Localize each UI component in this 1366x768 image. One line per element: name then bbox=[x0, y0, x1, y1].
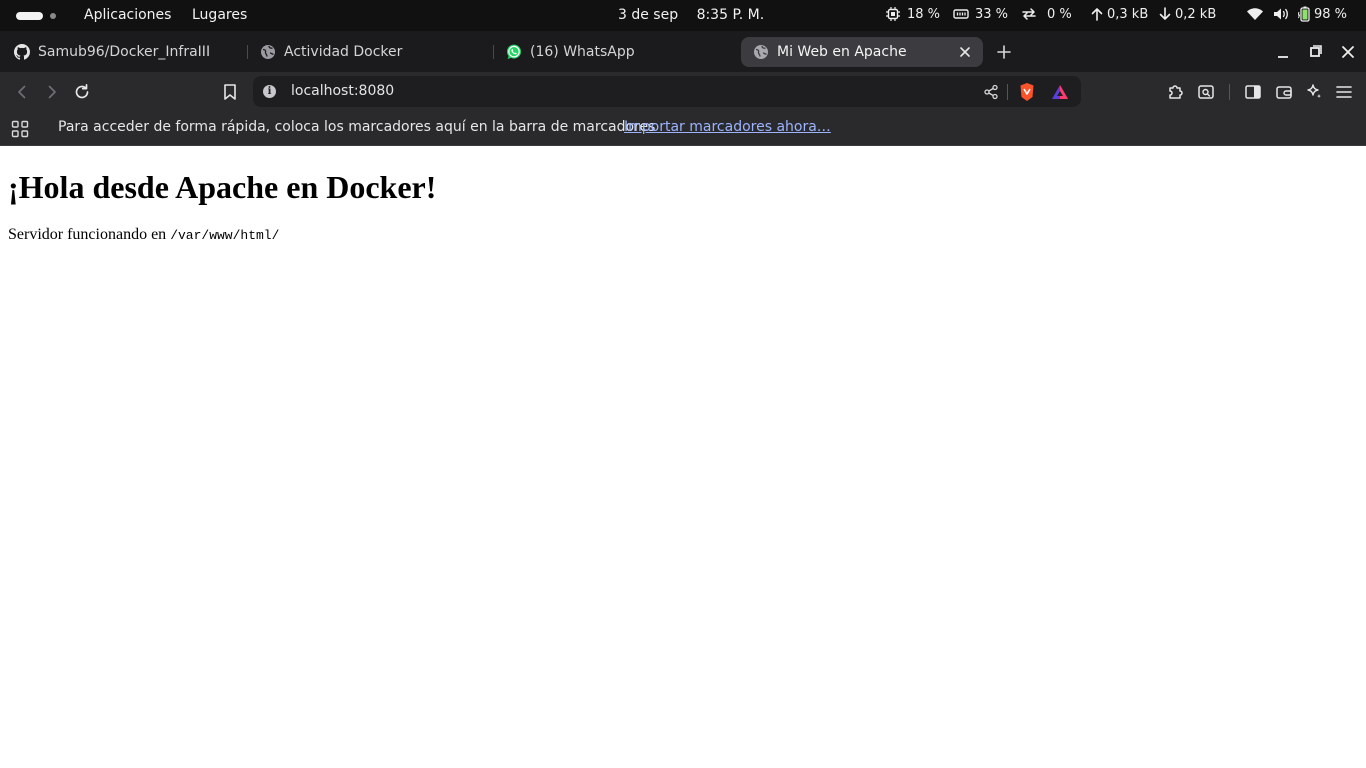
import-bookmarks-link[interactable]: Importar marcadores ahora… bbox=[624, 119, 831, 135]
reload-button[interactable] bbox=[71, 81, 93, 103]
date-text: 3 de sep bbox=[618, 7, 679, 23]
web-page-content: ¡Hola desde Apache en Docker! Servidor f… bbox=[0, 147, 1366, 768]
server-status-text: Servidor funcionando en bbox=[8, 226, 167, 243]
bookmarks-hint-text: Para acceder de forma rápida, coloca los… bbox=[58, 119, 656, 135]
clock[interactable]: 3 de sep 8:35 P. M. bbox=[618, 7, 778, 23]
chevron-right-icon bbox=[48, 85, 56, 99]
extensions-button[interactable] bbox=[1165, 81, 1187, 103]
swap-icon bbox=[1022, 8, 1036, 20]
tab-separator bbox=[247, 45, 248, 59]
memory-value: 33 % bbox=[975, 6, 1009, 22]
url-text: localhost:8080 bbox=[291, 83, 395, 99]
close-tab-icon[interactable] bbox=[957, 44, 973, 60]
share-icon[interactable] bbox=[983, 84, 999, 100]
minimize-window-icon[interactable] bbox=[1273, 42, 1293, 62]
github-icon bbox=[14, 44, 30, 60]
brave-rewards-icon[interactable] bbox=[1051, 84, 1069, 100]
search-tabs-button[interactable] bbox=[1195, 81, 1217, 103]
arrow-down-icon bbox=[1159, 7, 1171, 20]
maximize-window-icon[interactable] bbox=[1305, 42, 1325, 62]
bookmark-icon bbox=[224, 84, 236, 100]
battery-charging-icon bbox=[1298, 6, 1310, 22]
globe-icon bbox=[261, 45, 275, 59]
cpu-value: 18 % bbox=[907, 6, 941, 22]
cpu-icon bbox=[886, 7, 900, 21]
net-up-indicator[interactable]: 0,3 kB bbox=[1090, 6, 1148, 22]
wifi-icon bbox=[1247, 8, 1263, 20]
sidebar-button[interactable] bbox=[1242, 81, 1264, 103]
net-down-value: 0,2 kB bbox=[1175, 6, 1217, 22]
tab-mi-web-en-apache[interactable]: Mi Web en Apache bbox=[741, 37, 983, 67]
wallet-icon bbox=[1276, 86, 1292, 99]
volume-icon bbox=[1274, 8, 1288, 20]
close-window-icon[interactable] bbox=[1338, 42, 1358, 62]
sparkle-icon bbox=[1307, 84, 1321, 98]
tab-label: Actividad Docker bbox=[284, 44, 403, 60]
divider bbox=[1007, 84, 1008, 100]
battery-value: 98 % bbox=[1314, 6, 1348, 22]
system-status-menu[interactable]: 98 % bbox=[1246, 6, 1347, 22]
apps-grid-icon[interactable] bbox=[11, 120, 29, 138]
net-down-indicator[interactable]: 0,2 kB bbox=[1158, 6, 1216, 22]
forward-button[interactable] bbox=[41, 81, 63, 103]
address-bar[interactable]: i localhost:8080 bbox=[253, 76, 1081, 107]
tab-actividad-docker[interactable]: Actividad Docker bbox=[252, 37, 488, 67]
new-tab-button[interactable] bbox=[994, 42, 1014, 62]
page-paragraph: Servidor funcionando en /var/www/html/ bbox=[8, 226, 279, 244]
toolbar-divider bbox=[1229, 84, 1230, 100]
tab-label: Mi Web en Apache bbox=[777, 44, 907, 60]
system-top-bar: Aplicaciones Lugares 3 de sep 8:35 P. M.… bbox=[0, 0, 1366, 31]
tab-strip: Samub96/Docker_InfraIII Actividad Docker… bbox=[0, 31, 1366, 72]
tab-whatsapp[interactable]: (16) WhatsApp bbox=[498, 37, 734, 67]
tab-docker-infraiii[interactable]: Samub96/Docker_InfraIII bbox=[6, 37, 242, 67]
activities-indicator[interactable] bbox=[16, 12, 56, 20]
net-up-value: 0,3 kB bbox=[1107, 6, 1149, 22]
tab-label: Samub96/Docker_InfraIII bbox=[38, 44, 211, 60]
globe-icon bbox=[754, 45, 768, 59]
chevron-left-icon bbox=[18, 85, 26, 99]
page-heading: ¡Hola desde Apache en Docker! bbox=[8, 169, 437, 205]
reload-icon bbox=[75, 83, 89, 99]
main-menu-button[interactable] bbox=[1333, 81, 1355, 103]
bookmark-button[interactable] bbox=[219, 81, 241, 103]
hamburger-menu-icon bbox=[1336, 86, 1352, 98]
workspace-active-pill bbox=[16, 12, 43, 20]
leo-ai-button[interactable] bbox=[1303, 81, 1325, 103]
cpu-indicator[interactable]: 18 % bbox=[885, 6, 940, 22]
swap-indicator[interactable]: 0 % bbox=[1021, 6, 1072, 22]
wallet-button[interactable] bbox=[1273, 81, 1295, 103]
brave-shields-icon[interactable] bbox=[1018, 82, 1036, 102]
arrow-up-icon bbox=[1091, 8, 1103, 21]
site-info-icon[interactable]: i bbox=[263, 85, 276, 98]
document-root-path: /var/www/html/ bbox=[170, 228, 280, 243]
browser-toolbar: i localhost:8080 bbox=[0, 72, 1366, 111]
tab-separator bbox=[493, 45, 494, 59]
tab-search-icon bbox=[1198, 85, 1214, 99]
bookmarks-bar: Para acceder de forma rápida, coloca los… bbox=[0, 111, 1366, 146]
sidebar-icon bbox=[1245, 85, 1261, 99]
workspace-dot bbox=[50, 13, 56, 19]
back-button[interactable] bbox=[11, 81, 33, 103]
time-text: 8:35 P. M. bbox=[696, 7, 765, 23]
swap-value: 0 % bbox=[1047, 6, 1072, 22]
memory-indicator[interactable]: 33 % bbox=[953, 6, 1008, 22]
memory-icon bbox=[953, 9, 969, 19]
puzzle-icon bbox=[1169, 85, 1183, 99]
applications-menu[interactable]: Aplicaciones bbox=[84, 7, 171, 23]
tab-label: (16) WhatsApp bbox=[530, 44, 635, 60]
whatsapp-icon bbox=[507, 44, 521, 59]
places-menu[interactable]: Lugares bbox=[192, 7, 247, 23]
